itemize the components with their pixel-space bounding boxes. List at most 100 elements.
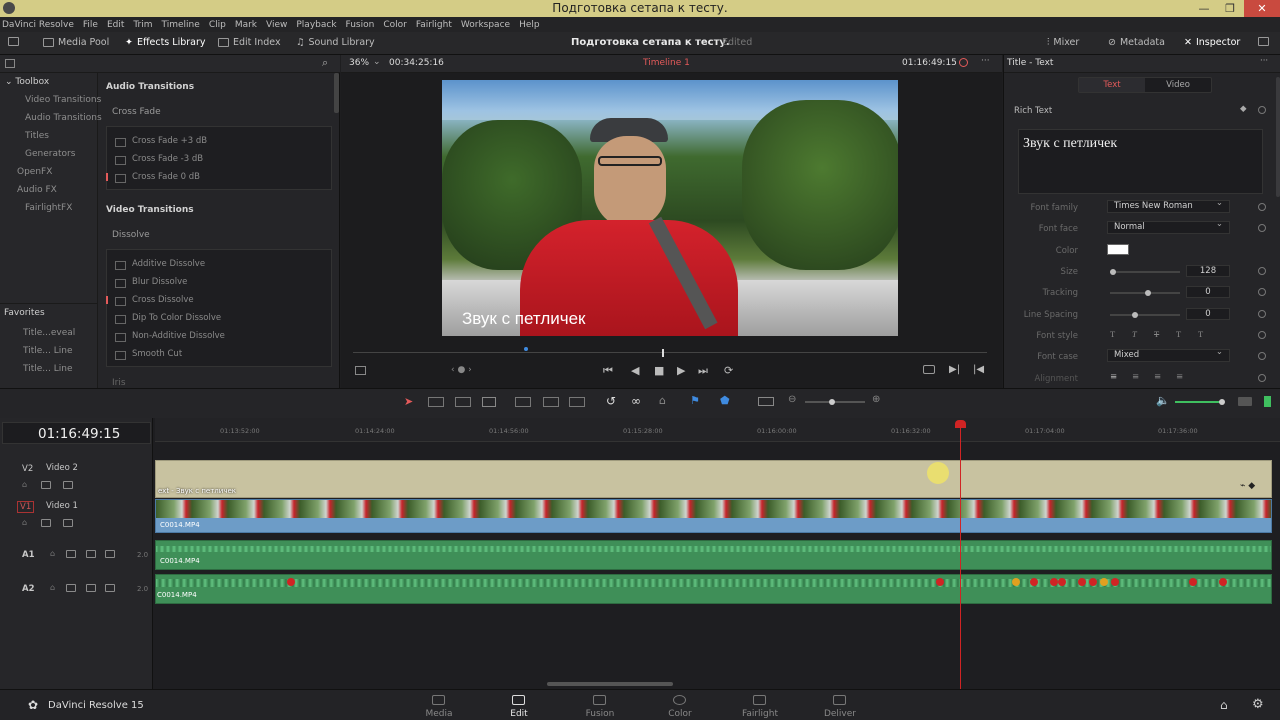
link-icon[interactable]: ∞ (631, 394, 641, 408)
previous-edit-icon[interactable]: |◀ (973, 364, 984, 375)
slider-handle[interactable] (1219, 399, 1225, 405)
font-case-dropdown[interactable]: Mixed (1107, 347, 1230, 362)
lock-icon[interactable]: ⌂ (50, 583, 55, 592)
mute-button[interactable] (105, 584, 115, 592)
audio-marker[interactable] (1111, 578, 1119, 586)
next-edit-icon[interactable]: ▶| (949, 364, 960, 375)
font-style-superscript-icon[interactable]: T (1176, 329, 1181, 339)
tree-item-fairlightfx[interactable]: FairlightFX (25, 203, 72, 213)
lock-icon[interactable]: ⌂ (22, 518, 27, 527)
track-id[interactable]: V1 (17, 501, 35, 513)
menu-item[interactable]: Help (519, 20, 540, 30)
page-fairlight[interactable]: Fairlight (735, 695, 785, 719)
track-name[interactable]: Video 2 (46, 463, 78, 473)
replace-clip-icon[interactable] (569, 397, 585, 407)
effect-item[interactable]: Dip To Color Dissolve (114, 313, 221, 324)
keyframe-dot-icon[interactable]: ◆ (1240, 104, 1247, 114)
font-style-italic-icon[interactable]: T (1132, 329, 1137, 339)
panel-toggle-icon[interactable] (8, 37, 19, 46)
align-justify-icon[interactable]: ≡ (1176, 372, 1183, 382)
title-overlay[interactable]: Звук с петличек (462, 309, 585, 329)
line-spacing-value[interactable]: 0 (1186, 308, 1230, 320)
track-visible-icon[interactable] (63, 519, 73, 527)
maximize-icon[interactable]: ❐ (1218, 0, 1242, 17)
menu-item[interactable]: Workspace (461, 20, 510, 30)
menu-item[interactable]: Edit (107, 20, 124, 30)
reset-icon[interactable] (1258, 288, 1266, 296)
tracking-slider[interactable] (1110, 290, 1180, 296)
page-edit[interactable]: Edit (494, 695, 544, 719)
menu-item[interactable]: Trim (133, 20, 152, 30)
reset-icon[interactable] (1258, 106, 1266, 114)
overwrite-clip-icon[interactable] (543, 397, 559, 407)
mute-button[interactable] (105, 550, 115, 558)
volume-slider[interactable] (1175, 399, 1225, 405)
effect-item[interactable]: Cross Dissolve (115, 295, 194, 306)
reset-icon[interactable] (1258, 224, 1266, 232)
slider-handle[interactable] (1110, 269, 1116, 275)
audio-marker[interactable] (287, 578, 295, 586)
timeline-view-icon[interactable] (758, 397, 774, 406)
zoom-out-icon[interactable]: ⊖ (788, 394, 796, 405)
align-right-icon[interactable]: ≡ (1154, 372, 1161, 382)
audio-marker[interactable] (1219, 578, 1227, 586)
reset-icon[interactable] (1258, 352, 1266, 360)
timeline-scrollbar[interactable] (547, 682, 673, 686)
audio-marker[interactable] (936, 578, 944, 586)
dynamic-trim-icon[interactable] (455, 397, 471, 407)
loop-icon[interactable] (959, 58, 968, 67)
blade-tool-icon[interactable] (482, 397, 496, 407)
lock-icon[interactable]: ⌂ (22, 480, 27, 489)
auto-select-icon[interactable] (41, 481, 51, 489)
home-icon[interactable]: ⌂ (1220, 698, 1228, 712)
page-deliver[interactable]: Deliver (815, 695, 865, 719)
audio-marker[interactable] (1030, 578, 1038, 586)
dim-button[interactable] (1238, 397, 1252, 406)
close-icon[interactable]: ✕ (1244, 0, 1280, 17)
slider-handle[interactable] (1132, 312, 1138, 318)
lock-icon[interactable]: ⌂ (659, 394, 666, 407)
sound-library-button[interactable]: ♫ Sound Library (296, 37, 375, 48)
tree-item-video-transitions[interactable]: Video Transitions (25, 95, 101, 105)
play-icon[interactable]: ▶ (677, 364, 685, 377)
audio-marker[interactable] (1050, 578, 1058, 586)
gear-icon[interactable]: ⚙ (1252, 697, 1264, 712)
menu-item[interactable]: View (266, 20, 287, 30)
menu-item[interactable]: Fusion (346, 20, 375, 30)
menu-item[interactable]: DaVinci Resolve (2, 20, 74, 30)
lock-icon[interactable]: ⌂ (50, 549, 55, 558)
expand-icon[interactable] (1258, 37, 1269, 46)
title-clip[interactable]: ext - Звук с петличек ⌁ ◆ (155, 460, 1272, 498)
snapping-icon[interactable]: ↺ (606, 394, 616, 408)
track-name[interactable]: Video 1 (46, 501, 78, 511)
solo-button[interactable] (86, 584, 96, 592)
zoom-level[interactable]: 36% (349, 58, 369, 68)
toolbox-node[interactable]: ⌄ Toolbox (5, 77, 49, 87)
menu-item[interactable]: Playback (296, 20, 336, 30)
menu-item[interactable]: Color (383, 20, 407, 30)
auto-select-icon[interactable] (66, 550, 76, 558)
auto-select-icon[interactable] (66, 584, 76, 592)
inspector-button[interactable]: ✕ Inspector (1184, 37, 1240, 48)
jog-icon[interactable]: ‹ ● › (451, 365, 472, 375)
font-style-subscript-icon[interactable]: T (1198, 329, 1203, 339)
page-media[interactable]: Media (414, 695, 464, 719)
video-clip[interactable]: C0014.MP4 (155, 499, 1272, 533)
speaker-icon[interactable]: 🔈 (1156, 394, 1170, 407)
menu-item[interactable]: File (83, 20, 98, 30)
font-face-dropdown[interactable]: Normal (1107, 219, 1230, 234)
align-center-icon[interactable]: ≡ (1132, 372, 1139, 382)
play-reverse-icon[interactable]: ◀ (631, 364, 639, 377)
viewer-mode-icon[interactable] (355, 366, 366, 375)
effect-item[interactable]: Cross Fade -3 dB (114, 154, 203, 165)
loop-playback-icon[interactable]: ⟳ (724, 364, 733, 377)
tree-item-titles[interactable]: Titles (25, 131, 49, 141)
tree-item-generators[interactable]: Generators (25, 149, 75, 159)
audio-marker[interactable] (1058, 578, 1066, 586)
effect-item[interactable]: Additive Dissolve (114, 259, 205, 270)
minimize-icon[interactable]: — (1192, 0, 1216, 17)
tab-text[interactable]: Text (1079, 78, 1145, 92)
keyframe-curve-icon[interactable]: ⌁ ◆ (1240, 481, 1255, 491)
page-color[interactable]: Color (655, 695, 705, 719)
page-fusion[interactable]: Fusion (575, 695, 625, 719)
